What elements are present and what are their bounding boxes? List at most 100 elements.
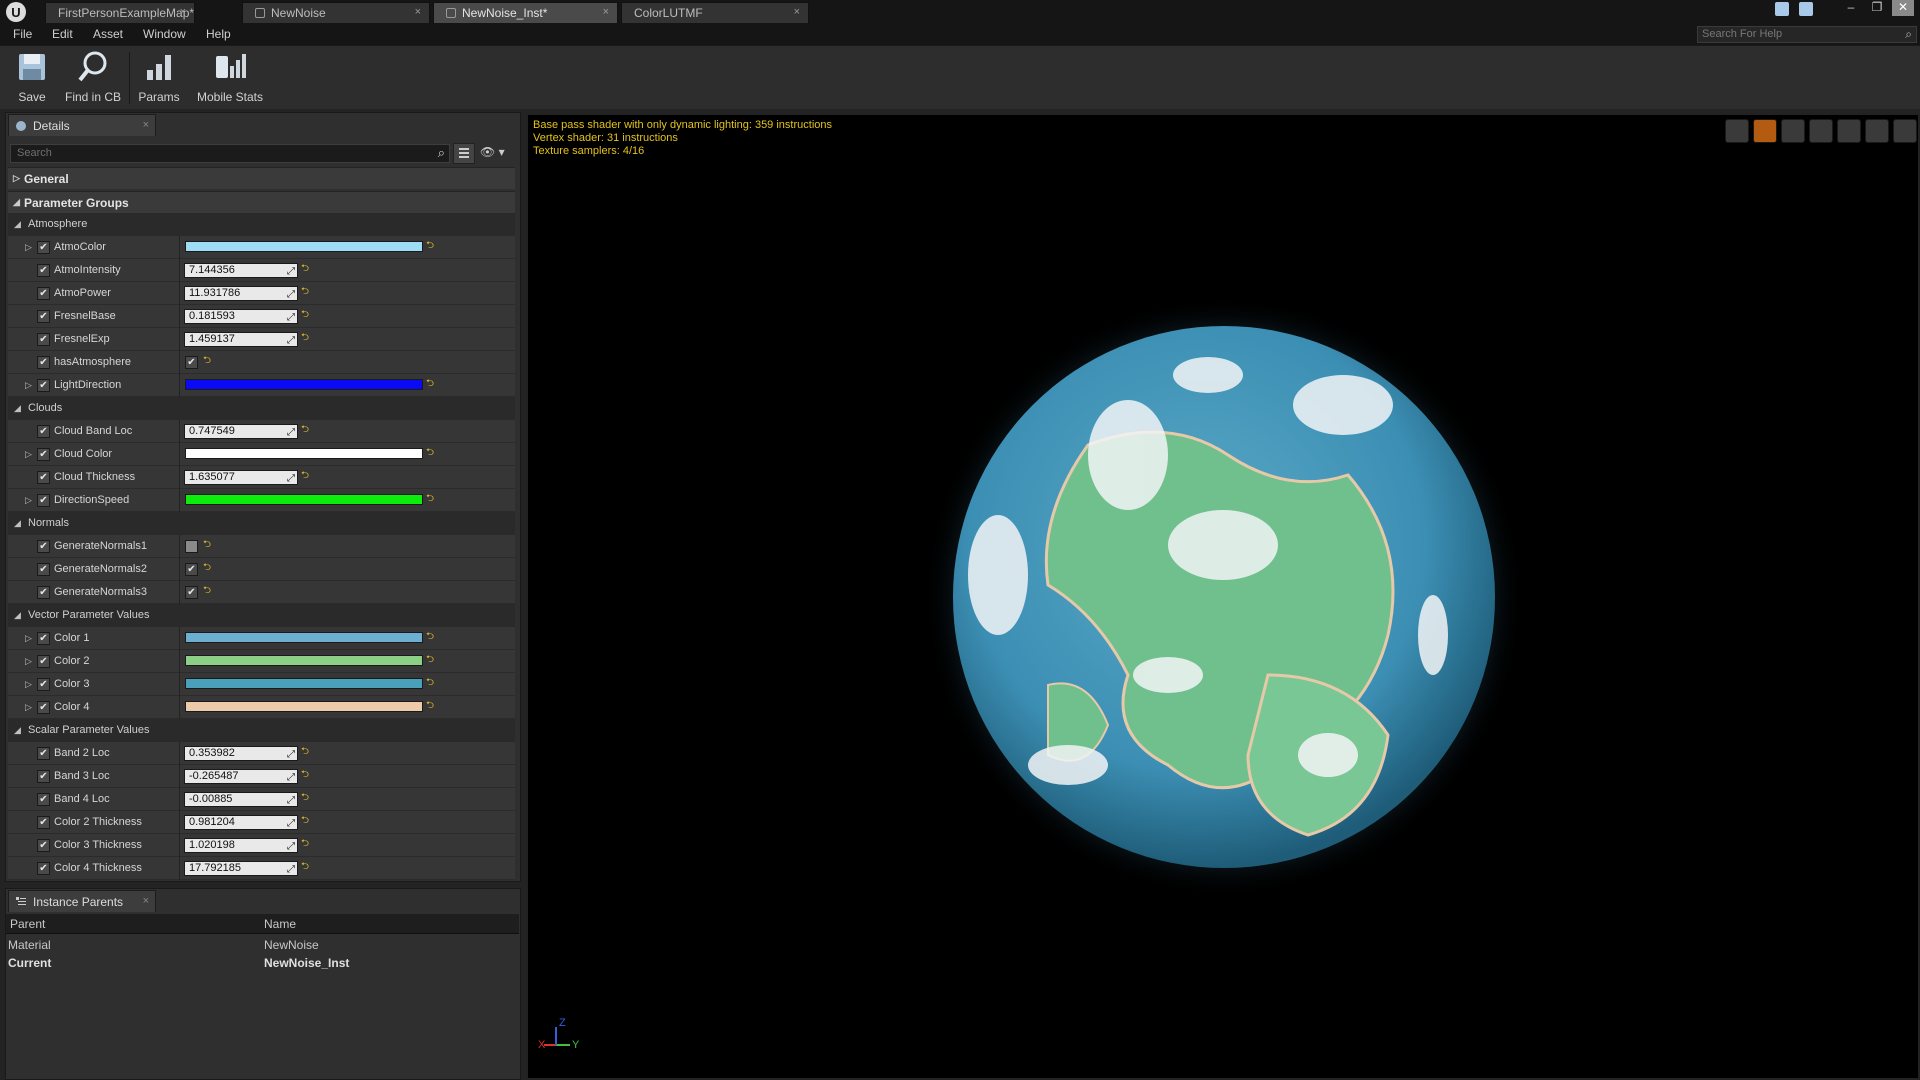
table-row[interactable]: Current NewNoise_Inst	[6, 954, 519, 972]
realtime-toggle-icon[interactable]	[1893, 119, 1917, 143]
reset-to-default-icon[interactable]: ⮌	[426, 655, 434, 665]
value-input[interactable]: 0.181593 ⤢	[184, 309, 298, 324]
drag-handle-icon[interactable]: ⤢	[287, 840, 295, 853]
value-input[interactable]: 0.353982 ⤢	[184, 746, 298, 761]
drag-handle-icon[interactable]: ⤢	[287, 265, 295, 278]
reset-to-default-icon[interactable]: ⮌	[301, 264, 309, 274]
override-checkbox[interactable]: ✔	[37, 287, 50, 300]
override-checkbox[interactable]: ✔	[37, 839, 50, 852]
group-scalar-parameter-values[interactable]: ◢ Scalar Parameter Values	[8, 719, 515, 742]
menu-window[interactable]: Window	[143, 27, 186, 41]
override-checkbox[interactable]: ✔	[37, 701, 50, 714]
reset-to-default-icon[interactable]: ⮌	[426, 701, 434, 711]
override-checkbox[interactable]: ✔	[37, 379, 50, 392]
reset-to-default-icon[interactable]: ⮌	[426, 241, 434, 251]
value-input[interactable]: 0.747549 ⤢	[184, 424, 298, 439]
color-swatch[interactable]	[185, 448, 423, 459]
reset-to-default-icon[interactable]: ⮌	[301, 425, 309, 435]
drag-handle-icon[interactable]: ⤢	[287, 288, 295, 301]
override-checkbox[interactable]: ✔	[37, 264, 50, 277]
color-swatch[interactable]	[185, 379, 423, 390]
help-search-input[interactable]: Search For Help ⌕	[1697, 26, 1917, 43]
group-vector-parameter-values[interactable]: ◢ Vector Parameter Values	[8, 604, 515, 627]
value-input[interactable]: 17.792185 ⤢	[184, 861, 298, 876]
drag-handle-icon[interactable]: ⤢	[287, 311, 295, 324]
override-checkbox[interactable]: ✔	[37, 770, 50, 783]
expand-icon[interactable]: ▷	[25, 656, 32, 667]
drag-handle-icon[interactable]: ⤢	[287, 334, 295, 347]
cylinder-preview-icon[interactable]	[1725, 119, 1749, 143]
override-checkbox[interactable]: ✔	[37, 356, 50, 369]
override-checkbox[interactable]: ✔	[37, 425, 50, 438]
reset-to-default-icon[interactable]: ⮌	[426, 632, 434, 642]
expand-icon[interactable]: ▷	[25, 679, 32, 690]
drag-handle-icon[interactable]: ⤢	[287, 817, 295, 830]
override-checkbox[interactable]: ✔	[37, 816, 50, 829]
reset-to-default-icon[interactable]: ⮌	[426, 678, 434, 688]
close-icon[interactable]: ×	[415, 6, 421, 18]
reset-to-default-icon[interactable]: ⮌	[426, 494, 434, 504]
override-checkbox[interactable]: ✔	[37, 310, 50, 323]
value-input[interactable]: 1.459137 ⤢	[184, 332, 298, 347]
override-checkbox[interactable]: ✔	[37, 586, 50, 599]
mesh-preview-icon[interactable]	[1837, 119, 1861, 143]
column-header-parent[interactable]: Parent	[10, 917, 45, 931]
value-input[interactable]: 11.931786 ⤢	[184, 286, 298, 301]
value-input[interactable]: 1.635077 ⤢	[184, 470, 298, 485]
close-icon[interactable]: ×	[603, 6, 609, 18]
close-icon[interactable]: ×	[143, 895, 149, 907]
drag-handle-icon[interactable]: ⤢	[287, 863, 295, 876]
color-swatch[interactable]	[185, 701, 423, 712]
color-swatch[interactable]	[185, 655, 423, 666]
expand-icon[interactable]: ▷	[25, 449, 32, 460]
color-swatch[interactable]	[185, 494, 423, 505]
reset-to-default-icon[interactable]: ⮌	[203, 586, 211, 596]
save-button[interactable]: Save	[6, 50, 58, 106]
drag-handle-icon[interactable]: ⤢	[287, 794, 295, 807]
override-checkbox[interactable]: ✔	[37, 793, 50, 806]
planet-preview-sphere[interactable]	[528, 115, 1918, 1078]
drag-handle-icon[interactable]: ⤢	[287, 771, 295, 784]
color-swatch[interactable]	[185, 678, 423, 689]
override-checkbox[interactable]: ✔	[37, 563, 50, 576]
value-input[interactable]: -0.00885 ⤢	[184, 792, 298, 807]
mobile-stats-button[interactable]: Mobile Stats	[190, 50, 270, 106]
value-input[interactable]: -0.265487 ⤢	[184, 769, 298, 784]
drag-handle-icon[interactable]: ⤢	[287, 748, 295, 761]
reset-to-default-icon[interactable]: ⮌	[301, 747, 309, 757]
notification-icon[interactable]	[1775, 2, 1789, 16]
value-checkbox[interactable]: ✔	[185, 563, 198, 576]
group-normals[interactable]: ◢ Normals	[8, 512, 515, 535]
override-checkbox[interactable]: ✔	[37, 540, 50, 553]
color-swatch[interactable]	[185, 632, 423, 643]
tab-details[interactable]: Details ×	[8, 114, 156, 136]
details-search-input[interactable]: Search ⌕	[10, 144, 450, 163]
reset-to-default-icon[interactable]: ⮌	[301, 333, 309, 343]
view-options-button[interactable]	[453, 143, 475, 164]
override-checkbox[interactable]: ✔	[37, 241, 50, 254]
category-general[interactable]: ▷ General	[8, 167, 515, 189]
reset-to-default-icon[interactable]: ⮌	[426, 379, 434, 389]
sphere-preview-icon[interactable]	[1753, 119, 1777, 143]
override-checkbox[interactable]: ✔	[37, 448, 50, 461]
close-icon[interactable]: ×	[180, 6, 186, 18]
preview-viewport[interactable]	[526, 113, 1920, 1080]
reset-to-default-icon[interactable]: ⮌	[301, 310, 309, 320]
override-checkbox[interactable]: ✔	[37, 862, 50, 875]
reset-to-default-icon[interactable]: ⮌	[203, 356, 211, 366]
plane-preview-icon[interactable]	[1781, 119, 1805, 143]
menu-help[interactable]: Help	[206, 27, 231, 41]
params-button[interactable]: Params	[132, 50, 186, 106]
override-checkbox[interactable]: ✔	[37, 333, 50, 346]
drag-handle-icon[interactable]: ⤢	[287, 426, 295, 439]
override-checkbox[interactable]: ✔	[37, 494, 50, 507]
cube-preview-icon[interactable]	[1809, 119, 1833, 143]
group-clouds[interactable]: ◢ Clouds	[8, 397, 515, 420]
value-input[interactable]: 7.144356 ⤢	[184, 263, 298, 278]
tab-new-noise-inst[interactable]: NewNoise_Inst* ×	[433, 2, 618, 23]
close-icon[interactable]: ×	[143, 119, 149, 131]
override-checkbox[interactable]: ✔	[37, 678, 50, 691]
override-checkbox[interactable]: ✔	[37, 747, 50, 760]
value-input[interactable]: 0.981204 ⤢	[184, 815, 298, 830]
column-header-name[interactable]: Name	[264, 917, 296, 931]
